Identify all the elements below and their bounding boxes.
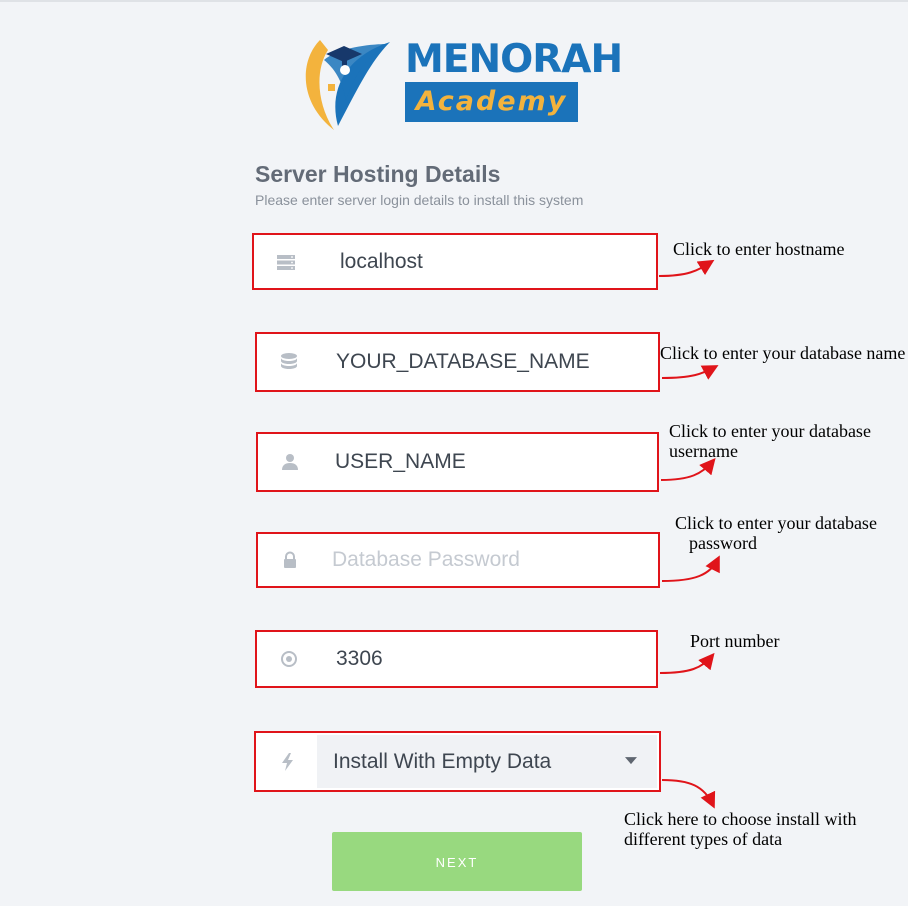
install-type-selected: Install With Empty Data [333, 749, 552, 773]
page-subtitle: Please enter server login details to ins… [255, 192, 584, 208]
annotation-username-line2: username [669, 441, 738, 461]
annotation-hostname: Click to enter hostname [673, 239, 845, 259]
user-icon [282, 454, 298, 470]
hostname-field[interactable] [252, 233, 658, 290]
bolt-icon [282, 752, 293, 771]
lock-icon [284, 551, 296, 568]
username-field[interactable] [256, 432, 659, 492]
database-name-field[interactable] [255, 332, 660, 392]
port-field[interactable] [255, 630, 658, 688]
logo-text-academy: Academy [405, 82, 578, 122]
password-input[interactable] [332, 548, 632, 572]
annotation-port: Port number [690, 631, 780, 651]
top-border [0, 0, 908, 2]
arrow-username [660, 457, 716, 481]
chevron-down-icon [625, 756, 637, 764]
database-name-input[interactable] [336, 350, 646, 374]
arrow-hostname [658, 259, 715, 277]
server-icon [277, 254, 295, 270]
arrow-port [659, 652, 715, 674]
page-title: Server Hosting Details [255, 161, 501, 187]
annotation-password-line2: password [689, 533, 757, 553]
port-input[interactable] [336, 647, 636, 671]
annotation-database-name: Click to enter your database name [660, 343, 906, 363]
arrow-install [661, 779, 716, 809]
hostname-input[interactable] [340, 249, 640, 274]
arrow-password [661, 555, 720, 582]
database-icon [281, 353, 297, 369]
password-field[interactable] [256, 532, 660, 588]
annotation-password-line1: Click to enter your database [675, 513, 877, 533]
menorah-academy-logo: MENORAH Academy [298, 30, 623, 134]
install-type-select[interactable]: Install With Empty Data [254, 731, 661, 792]
install-type-dropdown[interactable]: Install With Empty Data [317, 735, 657, 788]
annotation-install-line2: different types of data [624, 829, 783, 849]
username-input[interactable] [335, 450, 635, 474]
arrow-database-name [661, 365, 719, 380]
next-button[interactable]: NEXT [332, 832, 582, 891]
target-icon [281, 651, 297, 667]
annotation-username-line1: Click to enter your database [669, 421, 871, 441]
logo-emblem-icon [305, 40, 390, 130]
logo-text-menorah: MENORAH [405, 37, 623, 82]
annotation-install-line1: Click here to choose install with [624, 809, 857, 829]
